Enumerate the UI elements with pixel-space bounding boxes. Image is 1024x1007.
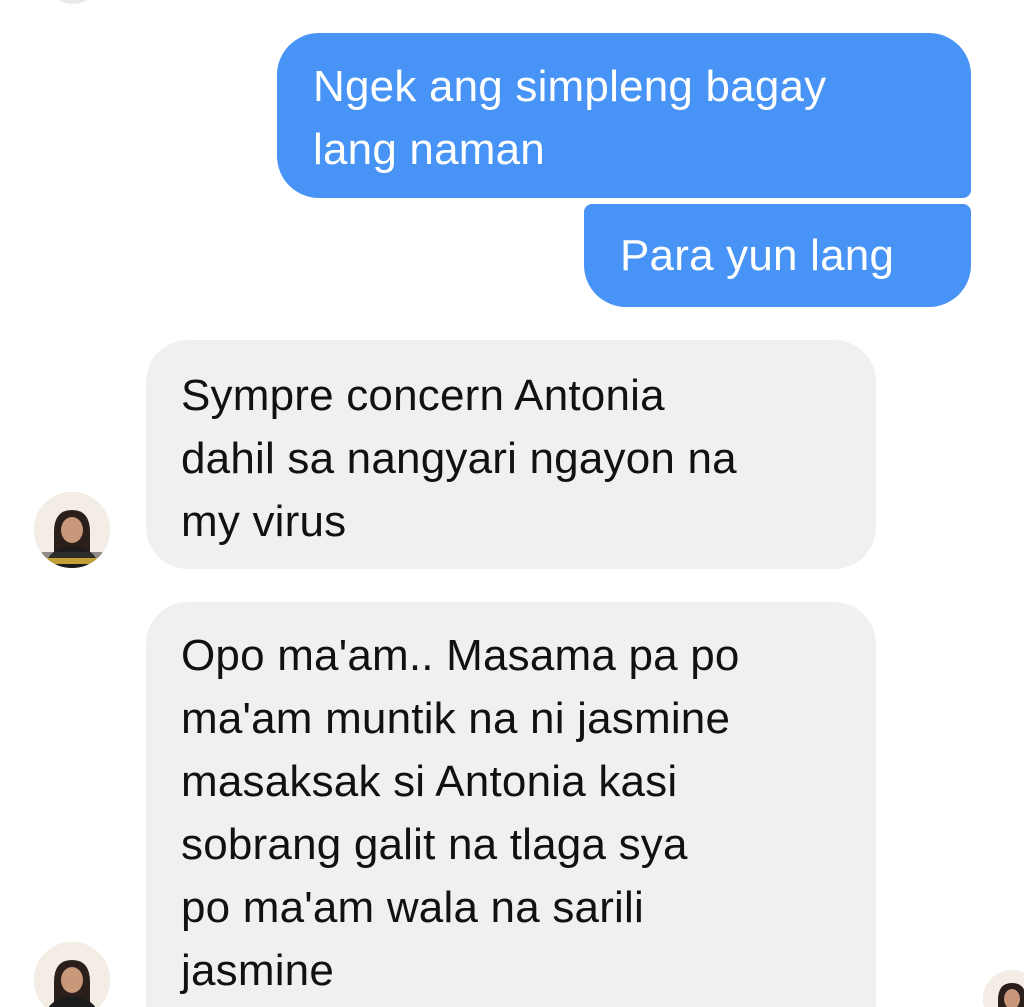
sent-message-bubble[interactable]: Para yun lang [584, 204, 971, 307]
seen-avatar-icon [983, 970, 1024, 1007]
received-message-bubble[interactable]: Sympre concern Antonia dahil sa nangyari… [146, 340, 876, 569]
received-message-bubble[interactable]: Opo ma'am.. Masama pa po ma'am muntik na… [146, 602, 876, 1007]
contact-photo-icon [983, 970, 1024, 1007]
message-thread: Ngek ang simpleng bagay lang naman Para … [0, 0, 1024, 1007]
contact-photo-icon [34, 492, 110, 568]
partial-avatar [48, 0, 98, 4]
sent-message-bubble[interactable]: Ngek ang simpleng bagay lang naman [277, 33, 971, 198]
contact-photo-icon [34, 942, 110, 1007]
contact-avatar[interactable] [34, 492, 110, 568]
contact-avatar[interactable] [34, 942, 110, 1007]
